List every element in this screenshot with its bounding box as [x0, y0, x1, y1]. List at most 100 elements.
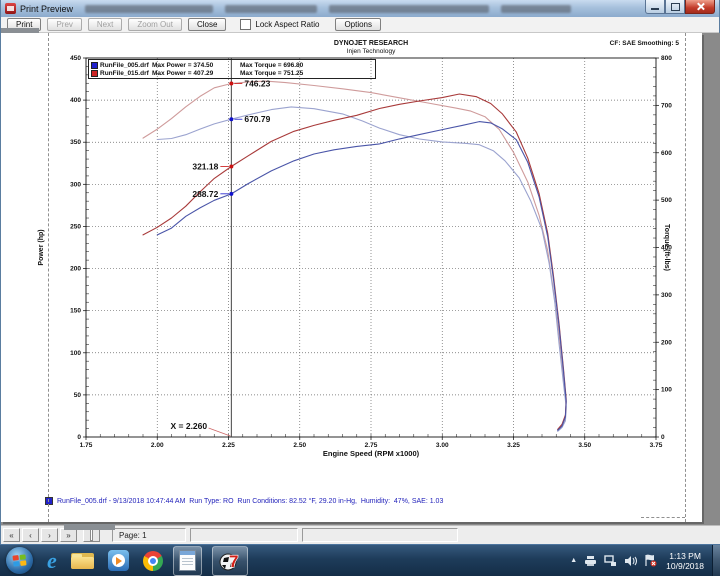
close-preview-button[interactable]: Close	[187, 18, 227, 31]
taskbar-item-report-window[interactable]	[172, 545, 202, 576]
redacted-title-text	[501, 4, 572, 13]
zoom-out-button[interactable]: Zoom Out	[128, 18, 182, 31]
lock-aspect-ratio-checkbox[interactable]	[240, 19, 252, 30]
window-artifact	[64, 524, 115, 530]
redacted-title-text	[225, 4, 318, 13]
legend-swatch-red	[91, 69, 98, 77]
svg-text:7: 7	[229, 552, 238, 571]
app-icon	[5, 3, 16, 14]
minimize-button[interactable]	[645, 0, 665, 14]
page-setup-button[interactable]	[83, 528, 100, 542]
svg-text:3.75: 3.75	[650, 442, 663, 449]
run-details: RunFile_005.drf - 9/13/2018 10:47:44 AM …	[57, 497, 444, 505]
legend-file: RunFile_005.drf	[100, 61, 149, 69]
page-margin-guide	[685, 33, 686, 522]
restore-icon	[670, 2, 680, 11]
svg-text:746.23: 746.23	[244, 78, 270, 88]
svg-text:321.18: 321.18	[192, 161, 218, 171]
svg-text:1.75: 1.75	[80, 442, 93, 449]
svg-text:2.00: 2.00	[151, 442, 164, 449]
svg-text:700: 700	[661, 102, 672, 109]
svg-text:250: 250	[70, 223, 81, 230]
status-panel	[190, 528, 298, 542]
taskbar-item-chrome[interactable]	[142, 550, 163, 571]
options-button[interactable]: Options	[335, 18, 382, 31]
svg-text:0: 0	[661, 434, 665, 441]
taskbar-item-media-player[interactable]	[107, 550, 129, 571]
windows-logo-icon	[12, 554, 27, 567]
toolbar: Print Prev Next Zoom Out Close Lock Aspe…	[1, 17, 719, 33]
taskbar-clock[interactable]: 1:13 PM 10/9/2018	[666, 551, 704, 571]
legend-max-torque: Max Torque = 751.25	[240, 69, 304, 77]
svg-text:200: 200	[661, 339, 672, 346]
titlebar[interactable]: Print Preview	[1, 0, 719, 17]
page-icon	[90, 529, 93, 541]
taskbar-item-dynojet[interactable]: 7	[211, 545, 248, 576]
close-window-button[interactable]	[685, 0, 715, 14]
next-page-button[interactable]: ›	[41, 528, 58, 542]
legend-max-torque: Max Torque = 696.80	[240, 61, 304, 69]
svg-text:100: 100	[661, 387, 672, 394]
page-number-panel: Page: 1	[112, 528, 186, 542]
svg-text:500: 500	[661, 197, 672, 204]
prev-page-button[interactable]: ‹	[22, 528, 39, 542]
svg-text:150: 150	[70, 308, 81, 315]
prev-button[interactable]: Prev	[47, 18, 82, 31]
svg-text:3.50: 3.50	[578, 442, 591, 449]
redacted-title-text	[85, 4, 214, 13]
redacted-title-text	[329, 4, 490, 13]
page-margin-guide	[48, 33, 49, 522]
svg-text:CF: SAE Smoothing: 5: CF: SAE Smoothing: 5	[610, 40, 680, 47]
svg-text:2.50: 2.50	[293, 442, 306, 449]
start-button[interactable]	[6, 547, 33, 574]
svg-text:200: 200	[70, 266, 81, 273]
svg-text:450: 450	[70, 55, 81, 62]
first-page-button[interactable]: «	[3, 528, 20, 542]
network-tray-icon[interactable]	[604, 554, 617, 567]
legend-swatch-blue	[91, 61, 98, 69]
hidden-icons-button[interactable]: ▲	[570, 557, 577, 564]
svg-text:0: 0	[77, 434, 81, 441]
svg-text:50: 50	[74, 392, 82, 399]
media-player-icon	[107, 550, 129, 571]
minimize-icon	[651, 8, 659, 10]
svg-text:300: 300	[70, 181, 81, 188]
restore-button[interactable]	[665, 0, 685, 14]
status-panel	[302, 528, 458, 542]
svg-text:3.25: 3.25	[507, 442, 520, 449]
preview-page: DYNOJET RESEARCH Injen Technology CF: SAE …	[1, 33, 702, 561]
svg-text:X = 2.260: X = 2.260	[170, 421, 207, 431]
last-page-button[interactable]: »	[60, 528, 77, 542]
legend-max-power: Max Power = 407.29	[152, 69, 214, 77]
printer-tray-icon[interactable]	[584, 555, 597, 567]
lock-aspect-ratio-label: Lock Aspect Ratio	[255, 20, 320, 29]
taskbar-item-explorer[interactable]	[70, 552, 94, 569]
chart-legend: RunFile_005.drf Max Power = 374.50 Max T…	[88, 59, 376, 79]
svg-text:Injen Technology: Injen Technology	[347, 48, 396, 55]
dyno-chart[interactable]: DYNOJET RESEARCHInjen Technology CF: SAE …	[1, 33, 702, 463]
lock-aspect-ratio-option: Lock Aspect Ratio	[240, 19, 319, 30]
dynojet-winpep-icon: 7	[218, 549, 242, 573]
svg-text:600: 600	[661, 150, 672, 157]
svg-text:2.25: 2.25	[222, 442, 235, 449]
svg-text:800: 800	[661, 55, 672, 62]
internet-explorer-icon: e	[47, 547, 57, 573]
svg-text:Engine Speed (RPM x1000): Engine Speed (RPM x1000)	[323, 449, 420, 458]
next-button[interactable]: Next	[87, 18, 123, 31]
legend-row-baseline: RunFile_005.drf Max Power = 374.50 Max T…	[91, 61, 373, 69]
volume-tray-icon[interactable]	[624, 555, 638, 567]
legend-row-evo: RunFile_015.drf Max Power = 407.29 Max T…	[91, 69, 373, 77]
action-center-flag-icon[interactable]	[644, 554, 657, 567]
taskbar-item-ie[interactable]: e	[47, 547, 57, 573]
svg-text:100: 100	[70, 350, 81, 357]
svg-text:Power (hp): Power (hp)	[38, 229, 45, 265]
close-icon	[696, 2, 705, 11]
svg-text:Torque (ft-lbs): Torque (ft-lbs)	[663, 224, 670, 271]
show-desktop-button[interactable]	[712, 544, 720, 576]
svg-text:300: 300	[661, 292, 672, 299]
legend-file: RunFile_015.drf	[100, 69, 149, 77]
svg-text:2.75: 2.75	[365, 442, 378, 449]
clock-date: 10/9/2018	[666, 560, 704, 571]
clock-time: 1:13 PM	[669, 550, 701, 561]
screen: Print Preview Print Prev Next Zoom Out C…	[0, 0, 720, 576]
